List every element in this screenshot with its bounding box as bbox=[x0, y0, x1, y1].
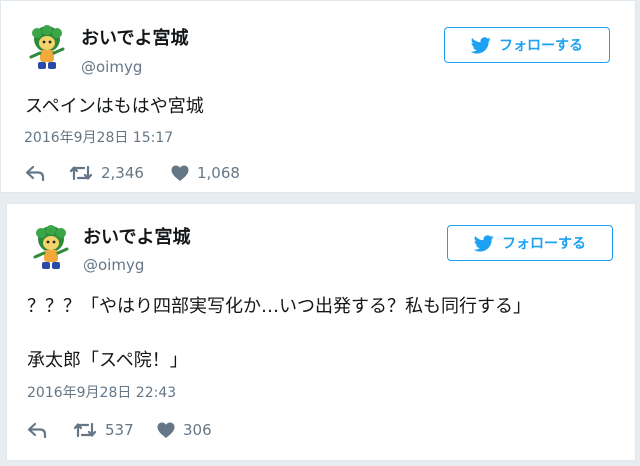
author-name[interactable]: おいでよ宮城 bbox=[83, 227, 190, 249]
follow-label: フォローする bbox=[499, 38, 583, 54]
reply-button[interactable] bbox=[27, 421, 47, 439]
like-icon bbox=[171, 165, 189, 181]
tweet-card: おいでよ宮城 @oimyg フォローする ？？？「やはり四部実写化か…いつ出発す… bbox=[6, 203, 636, 461]
retweet-button[interactable]: 537 bbox=[73, 421, 134, 439]
retweet-count: 2,346 bbox=[101, 164, 144, 182]
retweet-button[interactable]: 2,346 bbox=[69, 164, 144, 182]
follow-label: フォローする bbox=[502, 236, 586, 252]
tweet-text-line: 承太郎「スペ院！」 bbox=[27, 350, 188, 371]
mascot-avatar[interactable] bbox=[29, 225, 73, 273]
twitter-bird-icon bbox=[471, 36, 491, 53]
mascot-avatar[interactable] bbox=[25, 25, 69, 73]
author-name[interactable]: おいでよ宮城 bbox=[81, 28, 188, 50]
author-handle[interactable]: @oimyg bbox=[81, 58, 142, 76]
retweet-icon bbox=[69, 165, 93, 181]
follow-button[interactable]: フォローする bbox=[447, 225, 613, 261]
tweet-text-line: ？？？「やはり四部実写化か…いつ出発する？私も同行する」 bbox=[27, 296, 531, 317]
follow-button[interactable]: フォローする bbox=[444, 27, 610, 63]
like-icon bbox=[157, 422, 175, 438]
reply-icon bbox=[27, 422, 47, 439]
retweet-icon bbox=[73, 422, 97, 438]
retweet-count: 537 bbox=[105, 421, 134, 439]
like-count: 306 bbox=[183, 421, 212, 439]
tweet-text-line: スペインはもはや宮城 bbox=[25, 96, 204, 117]
reply-icon bbox=[25, 165, 45, 182]
twitter-bird-icon bbox=[474, 234, 494, 251]
tweet-timestamp[interactable]: 2016年9月28日 22:43 bbox=[27, 384, 176, 402]
author-handle[interactable]: @oimyg bbox=[83, 256, 144, 274]
tweet-timestamp[interactable]: 2016年9月28日 15:17 bbox=[24, 129, 173, 147]
tweet-card: おいでよ宮城 @oimyg フォローする スペインはもはや宮城 2016年9月2… bbox=[0, 0, 636, 193]
like-button[interactable]: 306 bbox=[157, 421, 212, 439]
like-count: 1,068 bbox=[197, 164, 240, 182]
reply-button[interactable] bbox=[25, 164, 45, 182]
like-button[interactable]: 1,068 bbox=[171, 164, 240, 182]
